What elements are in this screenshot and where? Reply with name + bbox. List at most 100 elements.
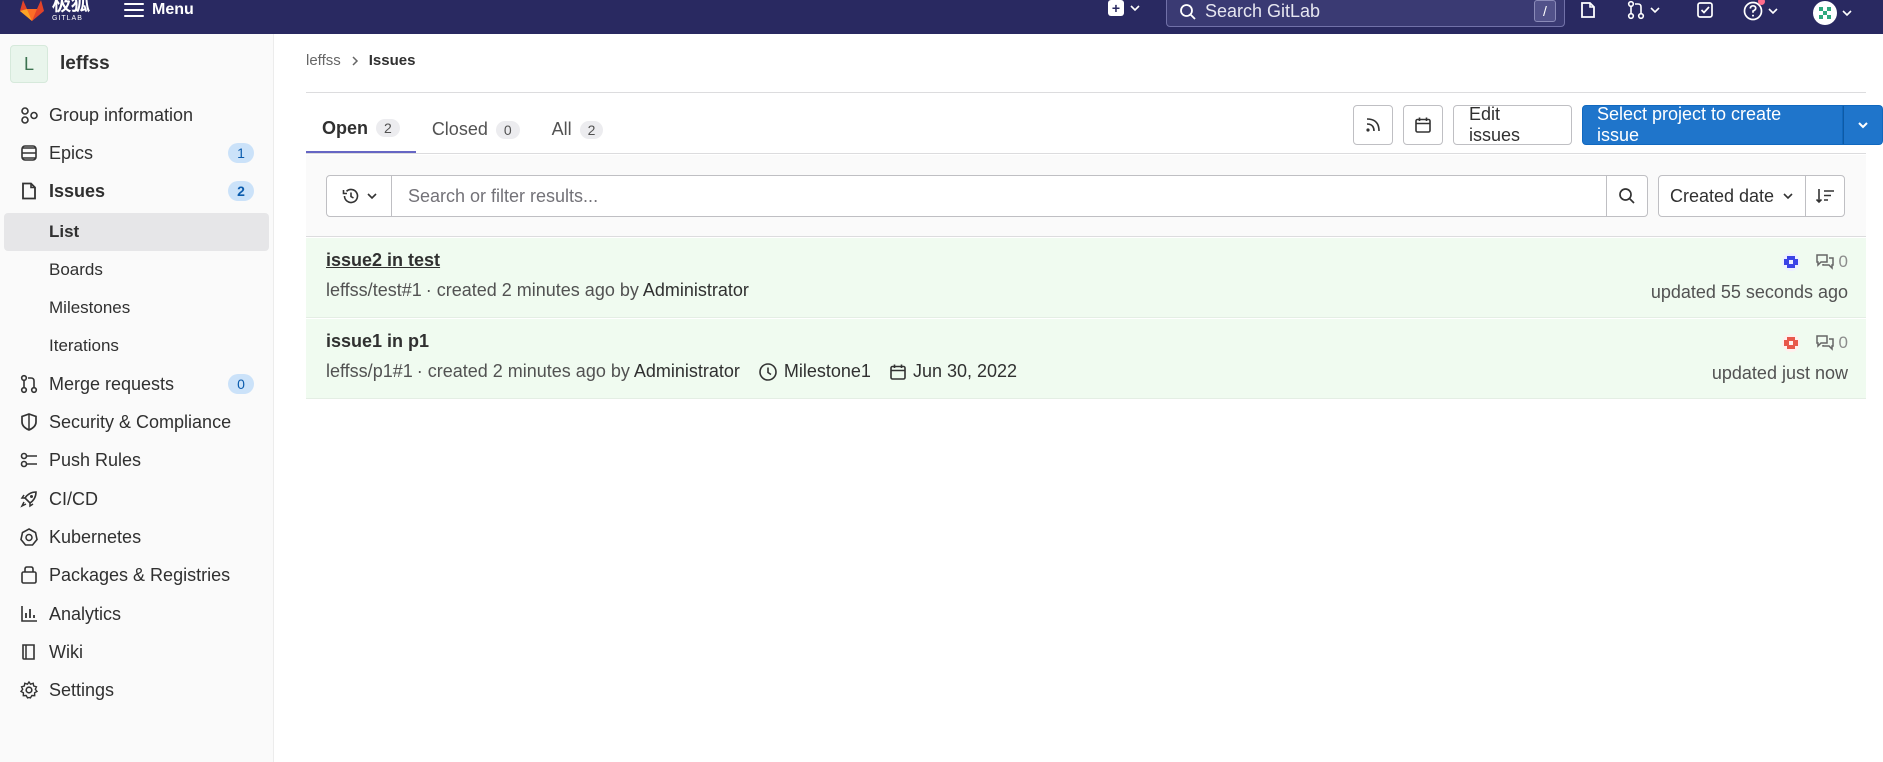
tab-count-badge: 2	[579, 120, 604, 139]
history-icon	[342, 188, 359, 204]
comments-count[interactable]: 0	[1815, 252, 1848, 272]
rss-feed-button[interactable]	[1353, 105, 1393, 145]
sidebar-item-settings[interactable]: Settings	[0, 671, 270, 709]
global-search-input[interactable]: Search GitLab /	[1166, 0, 1565, 27]
sidebar-item-label: Kubernetes	[49, 526, 142, 547]
issue-title-link[interactable]: issue1 in p1	[326, 331, 429, 352]
issues-nav-button[interactable]	[1578, 0, 1598, 20]
sidebar-item-group-information[interactable]: Group information	[0, 96, 270, 134]
issues-icon	[1581, 2, 1595, 18]
push-rules-icon	[18, 449, 40, 471]
create-issue-split-button: Select project to create issue	[1581, 104, 1883, 145]
logo-text: 极狐	[52, 0, 91, 15]
menu-button[interactable]: Menu	[124, 0, 194, 20]
sidebar-subitem-iterations[interactable]: Iterations	[4, 327, 269, 365]
issue-row[interactable]: issue1 in p1 leffss/p1#1 · created 2 min…	[306, 319, 1866, 399]
chevron-down-icon	[1783, 193, 1793, 200]
new-dropdown-button[interactable]: +	[1108, 0, 1140, 16]
chevron-down-icon	[1768, 8, 1778, 15]
sidebar-item-security-compliance[interactable]: Security & Compliance	[0, 403, 270, 441]
issue-title-link[interactable]: issue2 in test	[326, 250, 440, 271]
sort-by-dropdown[interactable]: Created date	[1658, 175, 1806, 217]
merge-requests-nav-button[interactable]	[1626, 0, 1660, 20]
search-placeholder: Search or filter results...	[408, 185, 599, 206]
sidebar-item-label: CI/CD	[49, 488, 98, 509]
sidebar-item-kubernetes[interactable]: Kubernetes	[0, 518, 270, 556]
sidebar-item-label: Wiki	[49, 641, 83, 662]
gitlab-logo[interactable]: 极狐 GITLAB	[18, 0, 90, 22]
issue-updated-time: updated just now	[1711, 363, 1848, 383]
top-navbar: 极狐 GITLAB Menu + Search GitLab /	[0, 0, 1883, 34]
sidebar-item-label: Epics	[49, 142, 94, 163]
assignee-avatar[interactable]	[1781, 252, 1801, 272]
tab-all[interactable]: All 2	[536, 105, 620, 154]
chevron-down-icon	[1130, 5, 1140, 12]
breadcrumb-group-link[interactable]: leffss	[306, 52, 341, 69]
issue-created-text: · created 2 minutes ago by	[416, 361, 630, 381]
sidebar-item-label: Group information	[49, 104, 194, 125]
user-menu-button[interactable]	[1812, 0, 1852, 26]
logo-subtext: GITLAB	[52, 14, 83, 22]
sidebar-item-label: Issues	[49, 180, 106, 201]
comments-count-value: 0	[1838, 252, 1848, 271]
shield-icon	[18, 411, 40, 433]
recent-searches-button[interactable]	[326, 175, 392, 217]
sidebar-subitem-boards[interactable]: Boards	[4, 251, 269, 289]
tab-open[interactable]: Open 2	[306, 105, 416, 154]
issue-milestone[interactable]: Milestone1	[758, 361, 871, 382]
issue-meta: leffss/p1#1 · created 2 minutes ago by A…	[326, 361, 1017, 382]
sort-direction-button[interactable]	[1805, 175, 1845, 217]
search-submit-button[interactable]	[1606, 175, 1648, 217]
sidebar-item-label: Analytics	[49, 603, 122, 624]
chevron-down-icon	[1650, 7, 1660, 14]
sidebar-item-push-rules[interactable]: Push Rules	[0, 441, 270, 479]
chart-icon	[18, 603, 40, 625]
sidebar-item-ci-cd[interactable]: CI/CD	[0, 480, 270, 518]
sidebar-item-epics[interactable]: Epics 1	[0, 134, 270, 172]
comments-count[interactable]: 0	[1815, 333, 1848, 353]
rocket-icon	[18, 488, 40, 510]
chevron-down-icon	[367, 193, 377, 200]
plus-icon: +	[1108, 0, 1124, 16]
divider	[306, 92, 1866, 93]
group-name: leffss	[60, 53, 110, 74]
sidebar-subitem-label: Milestones	[49, 298, 131, 317]
sidebar-subitem-label: Boards	[49, 260, 103, 279]
tab-count-badge: 2	[376, 119, 400, 137]
tab-closed[interactable]: Closed 0	[416, 105, 536, 154]
milestone-label: Milestone1	[783, 361, 871, 381]
divider	[306, 153, 1866, 154]
sidebar-item-merge-requests[interactable]: Merge requests 0	[0, 365, 270, 403]
edit-issues-button[interactable]: Edit issues	[1452, 104, 1572, 145]
issue-state-tabs: Open 2 Closed 0 All 2	[306, 105, 619, 154]
group-header[interactable]: L leffss	[10, 45, 110, 83]
sidebar-subitem-milestones[interactable]: Milestones	[4, 289, 269, 327]
chevron-right-icon	[352, 55, 358, 66]
search-placeholder: Search GitLab	[1205, 1, 1321, 21]
calendar-feed-button[interactable]	[1402, 105, 1443, 145]
issue-author-link[interactable]: Administrator	[643, 280, 749, 301]
select-project-create-issue-button[interactable]: Select project to create issue	[1581, 104, 1844, 145]
sidebar-item-label: Merge requests	[49, 373, 175, 394]
sidebar-item-analytics[interactable]: Analytics	[0, 595, 270, 633]
breadcrumb-current[interactable]: Issues	[369, 52, 416, 69]
package-icon	[18, 564, 40, 586]
issue-due-date: Jun 30, 2022	[889, 361, 1017, 382]
issue-created-text: · created 2 minutes ago by	[425, 280, 639, 300]
assignee-avatar[interactable]	[1781, 333, 1801, 353]
issue-author-link[interactable]: Administrator	[634, 361, 740, 382]
sidebar-item-packages-registries[interactable]: Packages & Registries	[0, 556, 270, 594]
create-issue-dropdown-toggle[interactable]	[1843, 105, 1883, 145]
calendar-icon	[1415, 117, 1431, 133]
merge-request-icon	[18, 373, 40, 395]
help-nav-button[interactable]	[1742, 0, 1778, 22]
issue-row[interactable]: issue2 in test leffss/test#1 · created 2…	[306, 238, 1866, 318]
sidebar-item-wiki[interactable]: Wiki	[0, 633, 270, 671]
sidebar-subitem-label: Iterations	[49, 336, 119, 355]
filter-search-input[interactable]: Search or filter results...	[391, 175, 1607, 217]
sidebar-subitem-list[interactable]: List	[4, 213, 269, 251]
sidebar-item-issues[interactable]: Issues 2	[0, 172, 270, 210]
todos-nav-button[interactable]	[1695, 0, 1715, 20]
sidebar: L leffss Group information Epics 1 Issue…	[0, 34, 274, 762]
breadcrumb: leffss Issues	[306, 52, 415, 69]
